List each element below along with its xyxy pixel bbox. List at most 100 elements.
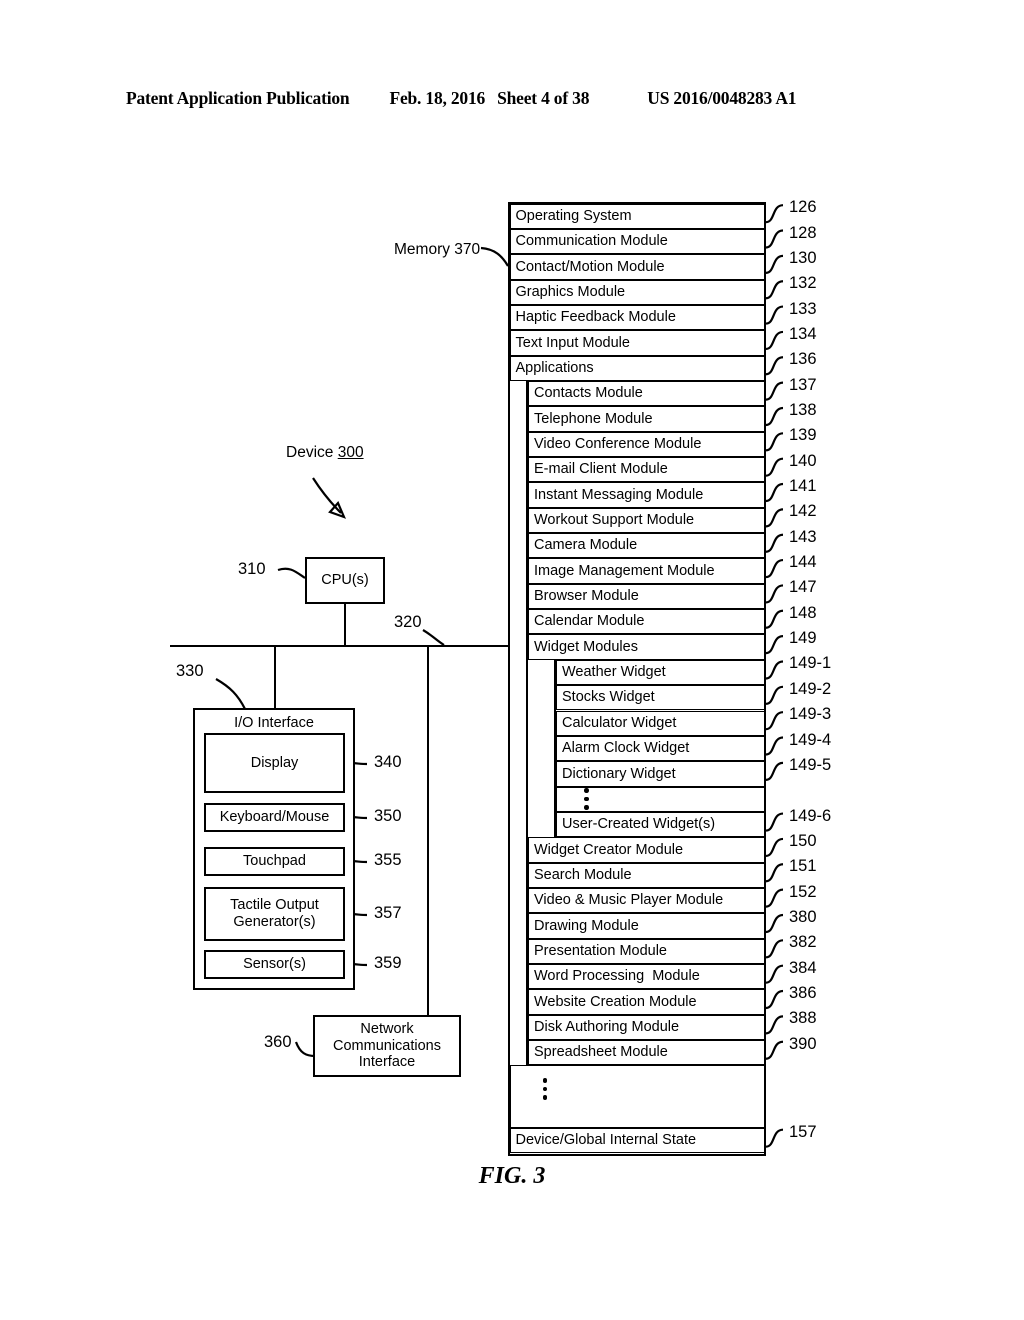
memory-row: Video & Music Player Module bbox=[528, 887, 765, 914]
memory-row: Presentation Module bbox=[528, 938, 765, 964]
memory-ref-152: 152 bbox=[789, 882, 817, 901]
leader-386 bbox=[765, 989, 784, 1010]
widget-modules-group-spine bbox=[554, 659, 556, 838]
memory-row: Contact/Motion Module bbox=[509, 254, 765, 280]
memory-ref-140: 140 bbox=[789, 451, 817, 470]
cpu-label: CPU(s) bbox=[321, 572, 369, 589]
memory-row-label: Website Creation Module bbox=[534, 993, 697, 1010]
ref-359: 359 bbox=[374, 954, 402, 972]
leader-149-6 bbox=[765, 812, 784, 832]
memory-row: User-Created Widget(s) bbox=[556, 811, 765, 838]
leader-149 bbox=[765, 635, 784, 655]
memory-row: E-mail Client Module bbox=[528, 457, 765, 483]
memory-ref-386: 386 bbox=[789, 984, 817, 1003]
memory-row: Text Input Module bbox=[509, 330, 765, 356]
memory-ref-388: 388 bbox=[789, 1009, 817, 1028]
sheet-number: Sheet 4 of 38 bbox=[497, 88, 590, 108]
ref-355: 355 bbox=[374, 851, 402, 869]
leader-147 bbox=[765, 584, 784, 604]
memory-label: Memory 370 bbox=[394, 241, 481, 258]
memory-ref-142: 142 bbox=[789, 502, 817, 521]
keyboard-mouse-label: Keyboard/Mouse bbox=[219, 809, 330, 826]
memory-row-label: Drawing Module bbox=[534, 917, 639, 934]
memory-row-label: User-Created Widget(s) bbox=[562, 816, 716, 833]
leader-380 bbox=[765, 913, 784, 934]
network-line-3: Interface bbox=[358, 1054, 416, 1071]
memory-row-label: E-mail Client Module bbox=[534, 461, 668, 478]
leader-148 bbox=[765, 609, 784, 629]
memory-row-label: Video Conference Module bbox=[534, 435, 702, 452]
memory-row-ellipsis bbox=[556, 786, 765, 812]
vertical-ellipsis-icon bbox=[542, 1078, 547, 1100]
memory-row-label: Presentation Module bbox=[534, 942, 667, 959]
network-communications-interface-box: Network Communications Interface bbox=[313, 1015, 461, 1077]
memory-row-label: Graphics Module bbox=[515, 283, 626, 300]
vertical-ellipsis-icon bbox=[584, 788, 589, 810]
applications-group-spine bbox=[526, 380, 528, 1066]
memory-ref-130: 130 bbox=[789, 248, 817, 267]
ref-360: 360 bbox=[264, 1033, 292, 1051]
memory-ref-380: 380 bbox=[789, 907, 817, 926]
memory-ref-132: 132 bbox=[789, 274, 817, 293]
memory-row: Telephone Module bbox=[528, 406, 765, 432]
memory-ref-147: 147 bbox=[789, 578, 817, 597]
memory-row-label: Haptic Feedback Module bbox=[515, 309, 676, 326]
memory-row: Calendar Module bbox=[528, 609, 765, 635]
memory-row: Stocks Widget bbox=[556, 685, 765, 711]
memory-row: Graphics Module bbox=[509, 279, 765, 305]
leader-151 bbox=[765, 863, 784, 883]
leader-382 bbox=[765, 939, 784, 959]
memory-ref-141: 141 bbox=[789, 477, 817, 496]
memory-ref-144: 144 bbox=[789, 553, 817, 572]
memory-row: Operating System bbox=[509, 203, 765, 229]
publication-header: Patent Application Publication Feb. 18, 2… bbox=[126, 88, 886, 114]
device-ref: 300 bbox=[337, 444, 364, 461]
memory-row-label: Calculator Widget bbox=[562, 714, 677, 731]
device-label: Device 300 bbox=[286, 444, 364, 461]
memory-row: Dictionary Widget bbox=[556, 761, 765, 787]
memory-row: Disk Authoring Module bbox=[528, 1014, 765, 1041]
memory-ref-149-5: 149-5 bbox=[789, 755, 832, 774]
memory-ref-157: 157 bbox=[789, 1122, 817, 1141]
leader-330 bbox=[215, 678, 246, 710]
memory-row: Spreadsheet Module bbox=[528, 1040, 765, 1066]
cpu-bus-connector bbox=[344, 604, 347, 647]
memory-ref-149: 149 bbox=[789, 629, 817, 648]
leader-133 bbox=[765, 305, 784, 325]
memory-row: Widget Modules bbox=[528, 634, 765, 660]
memory-row: Weather Widget bbox=[556, 659, 765, 686]
memory-row: Drawing Module bbox=[528, 913, 765, 939]
memory-ref-384: 384 bbox=[789, 958, 817, 977]
memory-ref-382: 382 bbox=[789, 933, 817, 952]
patent-figure-page: Patent Application Publication Feb. 18, 2… bbox=[0, 0, 1024, 1320]
memory-row: Search Module bbox=[528, 862, 765, 888]
ref-330: 330 bbox=[176, 662, 204, 680]
memory-ref-138: 138 bbox=[789, 400, 817, 419]
memory-row-device-global-internal-state: Device/Global Internal State bbox=[509, 1128, 765, 1154]
memory-row-label: Stocks Widget bbox=[562, 689, 655, 706]
leader-140 bbox=[765, 457, 784, 477]
memory-row: Applications bbox=[509, 355, 765, 381]
memory-row-label: Telephone Module bbox=[534, 410, 653, 427]
leader-390 bbox=[765, 1040, 784, 1060]
touchpad-label: Touchpad bbox=[243, 853, 306, 870]
memory-row: Word Processing Module bbox=[528, 964, 765, 990]
leader-149-3 bbox=[765, 711, 784, 731]
leader-144 bbox=[765, 558, 784, 579]
publication-title: Patent Application Publication bbox=[126, 88, 350, 108]
ref-357: 357 bbox=[374, 904, 402, 922]
memory-row-label: Browser Module bbox=[534, 588, 639, 605]
memory-row-label: Contacts Module bbox=[534, 385, 643, 402]
memory-row: Alarm Clock Widget bbox=[556, 735, 765, 762]
memory-row: Browser Module bbox=[528, 583, 765, 610]
ref-350: 350 bbox=[374, 807, 402, 825]
memory-ref-149-1: 149-1 bbox=[789, 654, 832, 673]
memory-ref-128: 128 bbox=[789, 223, 817, 242]
memory-ref-148: 148 bbox=[789, 603, 817, 622]
memory-row: Widget Creator Module bbox=[528, 837, 765, 863]
figure-caption: FIG. 3 bbox=[478, 1163, 546, 1189]
memory-row-label: Widget Creator Module bbox=[534, 841, 684, 858]
device-arrow-shaft bbox=[312, 477, 342, 514]
ref-320: 320 bbox=[394, 613, 422, 631]
display-box: Display bbox=[204, 733, 345, 793]
